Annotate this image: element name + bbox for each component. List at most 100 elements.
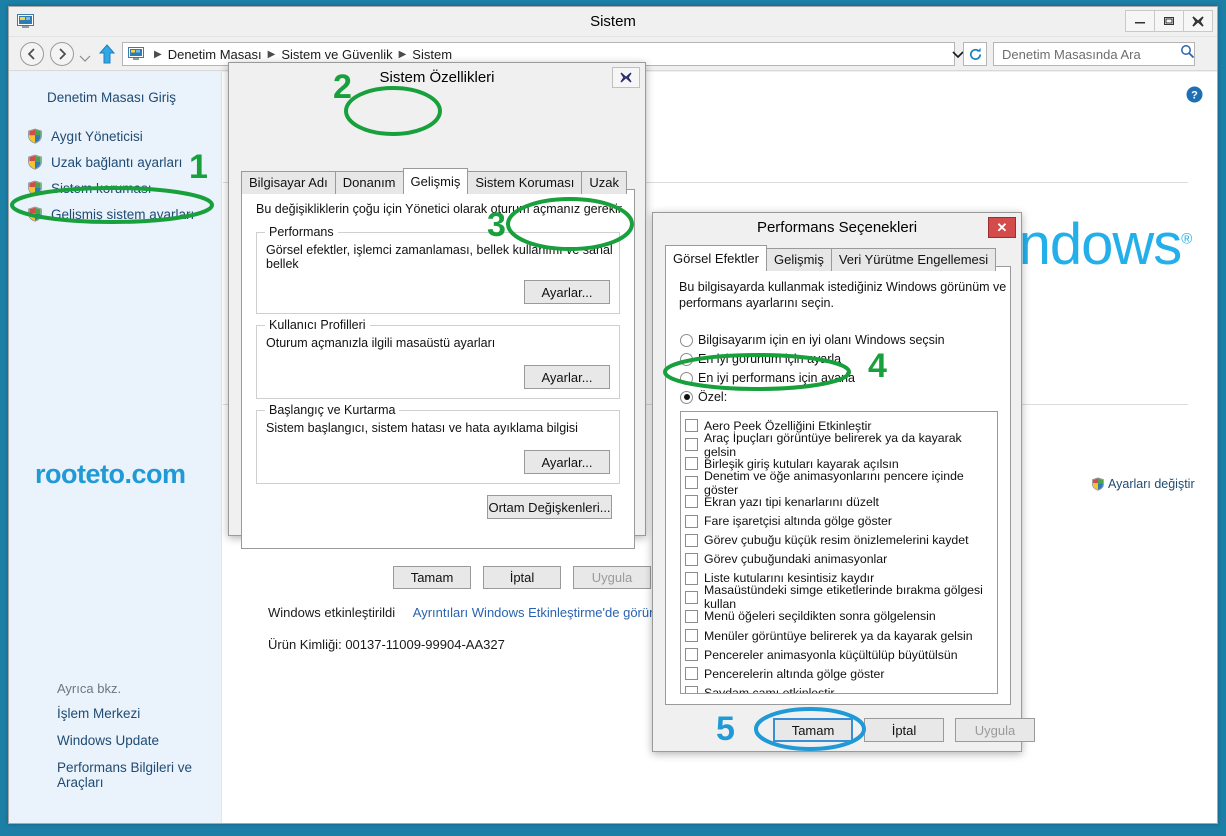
radio-label: En iyi görünüm için ayarla [698,352,842,366]
tab-uzak[interactable]: Uzak [581,171,627,194]
tab-gelismis[interactable]: Gelişmiş [765,248,832,271]
search-input[interactable] [994,45,1180,63]
shield-icon [27,154,43,170]
tab-bilgisayar-adi[interactable]: Bilgisayar Adı [241,171,336,194]
user-profiles-group-label: Kullanıcı Profilleri [265,318,370,332]
sidebar-item-device-manager[interactable]: Aygıt Yöneticisi [9,123,221,149]
radio-custom[interactable]: Özel: [680,390,727,404]
maximize-button[interactable] [1154,10,1184,32]
see-also-link-performance-tools[interactable]: Performans Bilgileri ve Araçları [9,760,221,790]
product-id-value: 00137-11009-99904-AA327 [345,637,505,652]
checkbox-icon[interactable] [685,629,698,643]
see-also-link-action-center[interactable]: İşlem Merkezi [9,706,221,733]
see-also-link-windows-update[interactable]: Windows Update [9,733,221,760]
window-controls [1125,10,1213,32]
change-settings-link[interactable]: Ayarları değiştir [1091,477,1195,491]
checkbox-row[interactable]: Araç İpuçları görüntüye belirerek ya da … [685,431,997,459]
checkbox-row[interactable]: Görev çubuğu küçük resim önizlemelerini … [685,531,997,550]
description-line-2: performans ayarlarını seçin. [679,296,834,310]
radio-button-icon[interactable] [680,352,693,366]
visual-effects-checklist[interactable]: Aero Peek Özelliğini Etkinleştir Araç İp… [680,411,998,694]
checkbox-row[interactable]: Pencerelerin altında gölge göster [685,664,997,683]
tab-veri-yurutme-engellemesi[interactable]: Veri Yürütme Engellemesi [830,248,997,271]
admin-notice: Bu değişikliklerin çoğu için Yönetici ol… [256,202,625,216]
search-icon[interactable] [1180,44,1195,64]
environment-variables-button[interactable]: Ortam Değişkenleri... [487,495,612,519]
breadcrumb-item-0[interactable]: Denetim Masası [168,47,262,62]
help-icon[interactable]: ? [1186,86,1203,103]
radio-button-icon[interactable] [680,333,693,347]
checkbox-label: Görev çubuğundaki animasyonlar [704,552,888,567]
sidebar-heading[interactable]: Denetim Masası Giriş [9,90,221,105]
sidebar-item-label: Uzak bağlantı ayarları [51,154,183,170]
tab-donanim[interactable]: Donanım [334,171,404,194]
tab-gelismis[interactable]: Gelişmiş [402,168,469,194]
performance-options-ok-button[interactable]: Tamam [773,718,853,742]
shield-icon [1091,477,1105,491]
startup-recovery-group-text: Sistem başlangıcı, sistem hatası ve hata… [266,421,578,435]
checkbox-row[interactable]: Pencereler animasyonla küçültülüp büyütü… [685,645,997,664]
checkbox-row[interactable]: Görev çubuğundaki animasyonlar [685,550,997,569]
user-profiles-settings-button[interactable]: Ayarlar... [524,365,610,389]
checkbox-row[interactable]: Saydam camı etkinleştir [685,683,997,694]
checkbox-label: Menü öğeleri seçildikten sonra gölgelens… [704,609,936,624]
checkbox-row[interactable]: Menüler görüntüye belirerek ya da kayara… [685,626,997,645]
performance-settings-button[interactable]: Ayarlar... [524,280,610,304]
tab-gorsel-efektler[interactable]: Görsel Efektler [665,245,767,271]
annotation-number-3: 3 [487,206,506,244]
arrow-up-icon[interactable] [97,43,117,65]
product-id-label: Ürün Kimliği: [268,637,342,652]
checkbox-icon[interactable] [685,495,698,509]
checkbox-icon[interactable] [685,533,698,547]
radio-windows-choose[interactable]: Bilgisayarım için en iyi olanı Windows s… [680,333,945,347]
checkbox-icon[interactable] [685,686,698,693]
checkbox-label: Saydam camı etkinleştir [704,685,835,694]
checkbox-icon[interactable] [685,667,698,681]
activation-details-link[interactable]: Ayrıntıları Windows Etkinleştirme'de gör… [413,605,678,620]
checkbox-icon[interactable] [685,648,698,662]
checkbox-row[interactable]: Masaüstündeki simge etiketlerinde bırakm… [685,583,997,611]
close-icon[interactable]: ✕ [988,217,1016,238]
system-properties-ok-button[interactable]: Tamam [393,566,471,589]
refresh-button[interactable] [963,42,987,66]
search-box[interactable] [993,42,1195,66]
checkbox-icon[interactable] [685,590,698,604]
performance-options-tabs: Görsel Efektler Gelişmiş Veri Yürütme En… [665,245,997,271]
performance-group-text: Görsel efektler, işlemci zamanlaması, be… [266,243,613,271]
checkbox-label: Görev çubuğu küçük resim önizlemelerini … [704,533,969,548]
checkbox-row[interactable]: Fare işaretçisi altında gölge göster [685,511,997,530]
back-button[interactable] [20,42,44,66]
minimize-button[interactable] [1125,10,1155,32]
checkbox-icon[interactable] [685,609,698,623]
see-also-title: Ayrıca bkz. [57,681,122,696]
shield-icon [27,128,43,144]
breadcrumb-item-2[interactable]: Sistem [412,47,452,62]
sidebar-item-advanced-system-settings[interactable]: Gelişmiş sistem ayarları [9,201,221,227]
system-properties-tabs: Bilgisayar Adı Donanım Gelişmiş Sistem K… [241,168,627,194]
checkbox-icon[interactable] [685,476,698,490]
svg-text:?: ? [1191,90,1198,102]
checkbox-row[interactable]: Denetim ve öğe animasyonlarını pencere i… [685,469,997,497]
radio-label: Bilgisayarım için en iyi olanı Windows s… [698,333,945,347]
checkbox-icon[interactable] [685,571,698,585]
checkbox-icon[interactable] [685,514,698,528]
close-button[interactable] [1183,10,1213,32]
tab-sistem-korumasi[interactable]: Sistem Koruması [467,171,583,194]
startup-recovery-settings-button[interactable]: Ayarlar... [524,450,610,474]
forward-button[interactable] [50,42,74,66]
radio-best-appearance[interactable]: En iyi görünüm için ayarla [680,352,841,366]
radio-best-performance[interactable]: En iyi performans için ayarla [680,371,855,385]
radio-button-icon[interactable] [680,371,693,385]
radio-button-icon[interactable] [680,390,693,404]
checkbox-icon[interactable] [685,438,698,452]
checkbox-icon[interactable] [685,419,698,433]
chevron-down-icon[interactable] [79,50,91,62]
checkbox-icon[interactable] [685,457,698,471]
checkbox-icon[interactable] [685,552,698,566]
system-properties-cancel-button[interactable]: İptal [483,566,561,589]
breadcrumb-item-1[interactable]: Sistem ve Güvenlik [281,47,392,62]
checkbox-label: Pencerelerin altında gölge göster [704,666,885,681]
performance-options-cancel-button[interactable]: İptal [864,718,944,742]
desktop-background: Sistem ▶ Denetim Masası ▶ Sistem ve Güve… [0,0,1226,836]
close-icon[interactable] [612,67,640,88]
